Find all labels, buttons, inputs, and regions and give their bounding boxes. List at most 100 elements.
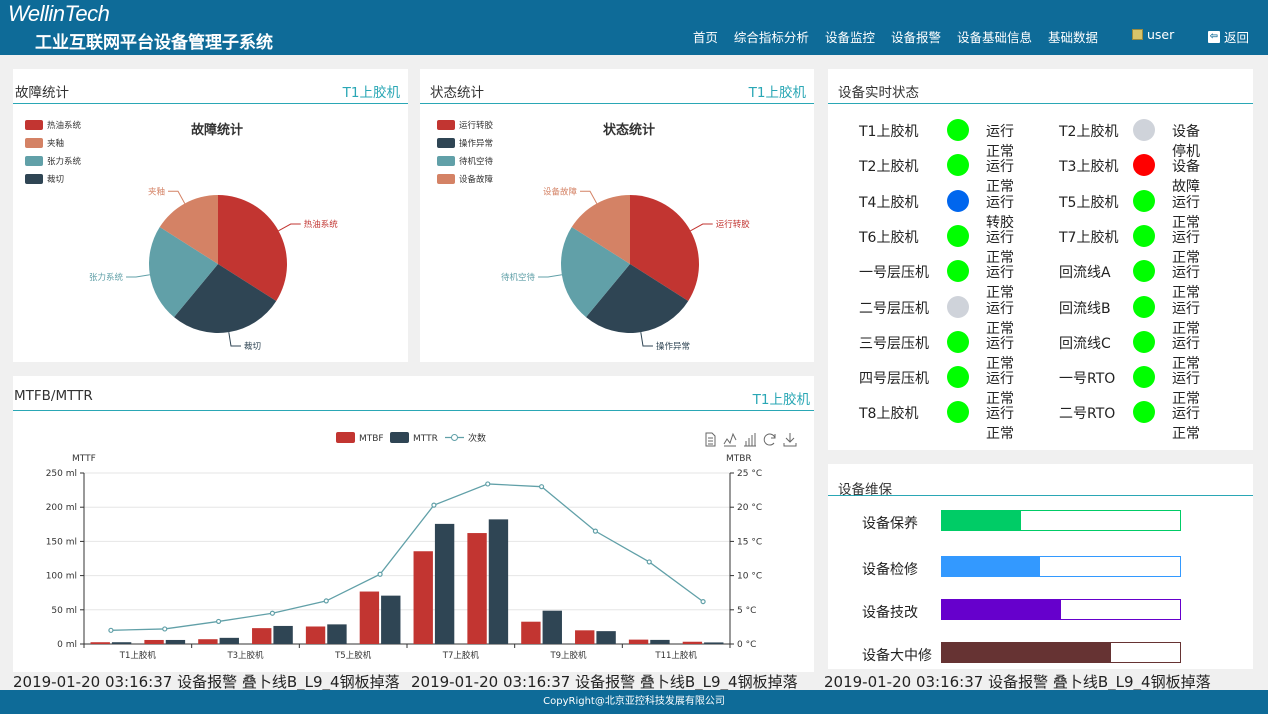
legend-item[interactable]: 设备故障 — [437, 173, 493, 185]
pie-slice[interactable] — [586, 264, 689, 333]
maintenance-progress-bar[interactable] — [941, 599, 1181, 620]
y-tick-label-right: 0 °C — [737, 640, 756, 650]
bar-mtbf[interactable] — [90, 642, 110, 644]
bar-mttr[interactable] — [704, 642, 724, 644]
line-point[interactable] — [108, 627, 114, 633]
bar-mtbf[interactable] — [521, 621, 541, 644]
pie-slice[interactable] — [571, 195, 630, 264]
bar-mttr[interactable] — [165, 639, 186, 644]
device-name: 二号层压机 — [859, 300, 929, 317]
bar-mttr[interactable] — [596, 631, 616, 644]
bar-mttr[interactable] — [542, 610, 562, 644]
device-status-item[interactable]: 四号层压机 运行正常 — [828, 364, 1018, 407]
nav-device-info[interactable]: 设备基础信息 — [957, 27, 1032, 46]
device-status-item[interactable]: T5上胶机 运行正常 — [1015, 188, 1205, 231]
user-menu[interactable]: user — [1132, 27, 1174, 42]
bar-mtbf[interactable] — [144, 639, 164, 644]
device-tag[interactable]: T1上胶机 — [749, 81, 806, 101]
data-view-icon[interactable] — [705, 432, 716, 447]
nav-device-monitor[interactable]: 设备监控 — [825, 27, 875, 46]
legend-item[interactable]: 热油系统 — [25, 119, 81, 131]
line-point[interactable] — [538, 484, 545, 490]
device-status-item[interactable]: T3上胶机 设备故障 — [1015, 152, 1205, 195]
bar-mttr[interactable] — [219, 637, 239, 644]
line-point[interactable] — [485, 481, 491, 487]
restore-icon[interactable] — [763, 433, 776, 446]
nav-device-alarm[interactable]: 设备报警 — [891, 27, 941, 46]
device-tag[interactable]: T1上胶机 — [343, 81, 400, 101]
status-indicator-icon — [947, 189, 969, 212]
device-status-item[interactable]: T7上胶机 运行正常 — [1015, 223, 1205, 266]
legend-item[interactable]: 张力系统 — [25, 155, 81, 167]
pie-slice[interactable] — [149, 227, 218, 318]
line-point[interactable] — [646, 559, 652, 565]
legend-item[interactable]: 操作异常 — [437, 137, 493, 149]
legend-item[interactable]: 夹釉 — [25, 137, 64, 149]
device-status-item[interactable]: 一号层压机 运行正常 — [828, 258, 1018, 301]
legend-swatch — [336, 432, 355, 443]
bar-mtbf[interactable] — [198, 639, 218, 644]
device-status-item[interactable]: 回流线A 运行正常 — [1015, 258, 1205, 301]
line-point[interactable] — [700, 598, 706, 605]
bar-mttr[interactable] — [111, 642, 132, 644]
nav-base-data[interactable]: 基础数据 — [1048, 27, 1098, 46]
nav-indicator-analysis[interactable]: 综合指标分析 — [734, 27, 809, 46]
line-point[interactable] — [377, 571, 383, 577]
bar-mtbf[interactable] — [252, 628, 272, 644]
back-button[interactable]: ⇦ 返回 — [1208, 27, 1249, 46]
user-icon — [1132, 29, 1143, 40]
bar-chart-icon[interactable] — [744, 433, 756, 447]
line-point[interactable] — [269, 610, 276, 616]
pie-slice-label: 操作异常 — [656, 341, 690, 352]
device-status-item[interactable]: 二号RTO 运行正常 — [1015, 399, 1205, 442]
bar-mtbf[interactable] — [359, 591, 380, 644]
device-status-item[interactable]: 三号层压机 运行正常 — [828, 329, 1018, 372]
bar-mttr[interactable] — [434, 523, 455, 644]
pie-slice[interactable] — [174, 264, 277, 333]
line-point[interactable] — [431, 502, 437, 508]
bar-mttr[interactable] — [650, 639, 670, 644]
device-status-item[interactable]: T1上胶机 运行正常 — [828, 117, 1018, 160]
device-status-item[interactable]: 回流线B 运行正常 — [1015, 294, 1205, 337]
bar-mtbf[interactable] — [467, 533, 487, 644]
device-status-item[interactable]: T8上胶机 运行正常 — [828, 399, 1018, 442]
bar-mttr[interactable] — [488, 519, 509, 644]
line-point[interactable] — [162, 626, 168, 632]
legend-label: 裁切 — [47, 175, 65, 185]
nav-home[interactable]: 首页 — [693, 27, 718, 46]
legend-item[interactable]: 运行转胶 — [437, 119, 493, 131]
bar-mtbf[interactable] — [413, 551, 433, 644]
bar-mttr[interactable] — [273, 625, 293, 644]
device-status-item[interactable]: T4上胶机 运行转胶 — [828, 188, 1018, 231]
bar-mttr[interactable] — [327, 624, 347, 644]
legend-item[interactable]: MTBF — [336, 432, 384, 444]
device-status-item[interactable]: T6上胶机 运行正常 — [828, 223, 1018, 266]
maintenance-progress-bar[interactable] — [941, 510, 1181, 531]
bar-mtbf[interactable] — [682, 641, 703, 644]
pie-slice[interactable] — [159, 195, 218, 264]
pie-slice[interactable] — [218, 195, 287, 301]
legend-item[interactable]: MTTR — [390, 432, 438, 444]
legend-item[interactable]: 待机空待 — [437, 155, 493, 167]
device-status-item[interactable]: T2上胶机 设备停机 — [1015, 117, 1205, 160]
bar-mtbf[interactable] — [305, 626, 326, 644]
line-point[interactable] — [592, 528, 599, 534]
line-point[interactable] — [215, 618, 222, 625]
device-status-item[interactable]: T2上胶机 运行正常 — [828, 152, 1018, 195]
device-status-item[interactable]: 一号RTO 运行正常 — [1015, 364, 1205, 407]
maintenance-progress-bar[interactable] — [941, 642, 1181, 663]
pie-slice[interactable] — [561, 227, 630, 318]
bar-mtbf[interactable] — [628, 639, 649, 644]
legend-item[interactable]: 次数 — [445, 432, 486, 444]
app-title: 工业互联网平台设备管理子系统 — [35, 33, 273, 53]
legend-item[interactable]: 裁切 — [25, 173, 64, 185]
line-point[interactable] — [323, 598, 329, 604]
maintenance-progress-bar[interactable] — [941, 556, 1181, 577]
pie-slice[interactable] — [630, 195, 699, 301]
download-icon[interactable] — [783, 433, 797, 447]
device-status-item[interactable]: 回流线C 运行正常 — [1015, 329, 1205, 372]
line-chart-icon[interactable] — [723, 432, 737, 447]
bar-mttr[interactable] — [381, 595, 401, 644]
bar-mtbf[interactable] — [575, 630, 595, 644]
device-status-item[interactable]: 二号层压机 运行正常 — [828, 294, 1018, 337]
